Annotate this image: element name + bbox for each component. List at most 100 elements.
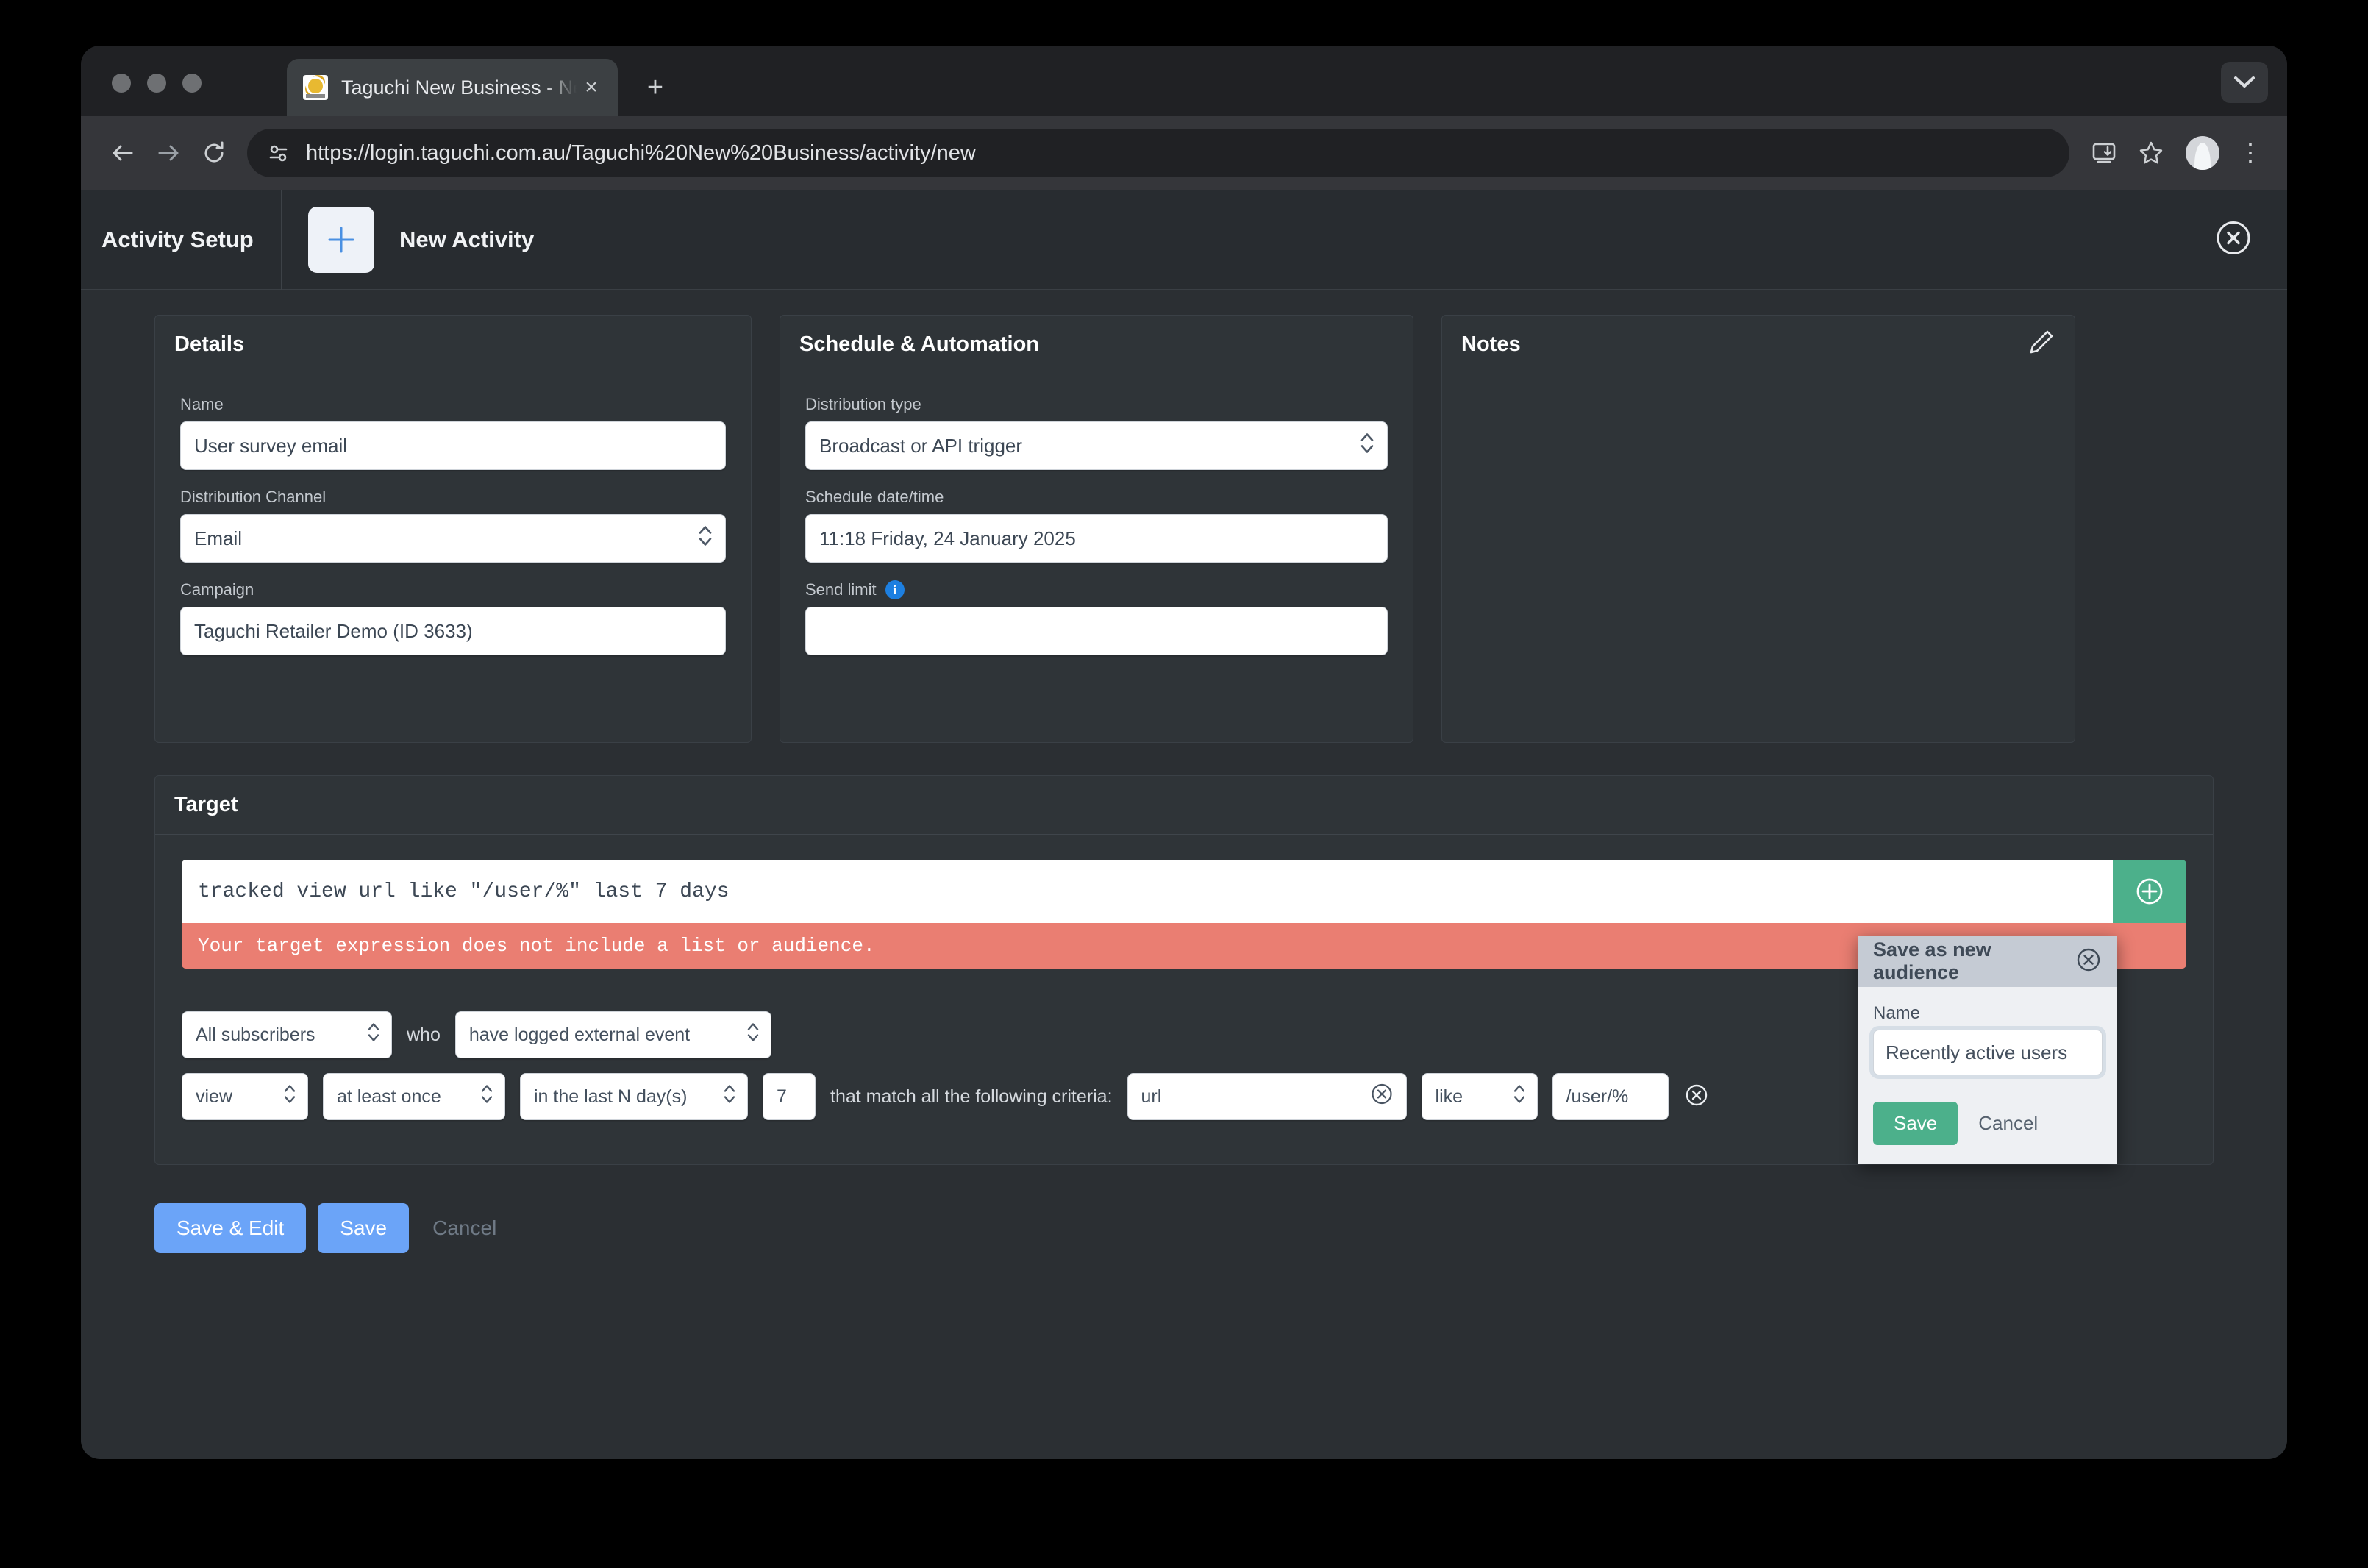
field-distribution-type: Distribution type Broadcast or API trigg… bbox=[805, 395, 1388, 470]
field-send-limit: Send limit i bbox=[805, 580, 1388, 655]
criteria-value-input[interactable]: /user/% bbox=[1552, 1073, 1669, 1120]
app-header: Activity Setup New Activity bbox=[81, 189, 2287, 290]
schedule-panel-header: Schedule & Automation bbox=[780, 316, 1413, 374]
remove-criteria-button[interactable] bbox=[1683, 1082, 1710, 1112]
back-button[interactable] bbox=[100, 130, 146, 176]
criteria-label: that match all the following criteria: bbox=[830, 1086, 1113, 1107]
chevron-updown-icon bbox=[1359, 431, 1375, 461]
popover-title: Save as new audience bbox=[1873, 938, 1991, 983]
field-name: Name User survey email bbox=[180, 395, 726, 470]
audience-name-input[interactable]: Recently active users bbox=[1873, 1030, 2103, 1075]
distribution-channel-select[interactable]: Email bbox=[180, 514, 726, 563]
browser-tab[interactable]: Taguchi New Business - New × bbox=[287, 59, 618, 116]
period-select[interactable]: in the last N day(s) bbox=[520, 1073, 748, 1120]
profile-avatar[interactable] bbox=[2186, 136, 2219, 170]
url-text: https://login.taguchi.com.au/Taguchi%20N… bbox=[306, 140, 976, 165]
send-limit-input[interactable] bbox=[805, 607, 1388, 655]
distribution-type-select[interactable]: Broadcast or API trigger bbox=[805, 421, 1388, 470]
form-actions: Save & Edit Save Cancel bbox=[81, 1203, 2287, 1253]
plus-icon bbox=[328, 227, 354, 252]
chevron-updown-icon bbox=[722, 1083, 737, 1111]
notes-title: Notes bbox=[1461, 332, 1521, 356]
criteria-operator-value: like bbox=[1435, 1086, 1463, 1107]
schedule-title: Schedule & Automation bbox=[799, 332, 1039, 356]
close-icon[interactable]: × bbox=[577, 73, 606, 102]
edit-notes-button[interactable] bbox=[2026, 328, 2055, 361]
new-tab-button[interactable]: + bbox=[638, 71, 672, 104]
page-title: Activity Setup bbox=[101, 226, 254, 252]
forward-button[interactable] bbox=[146, 130, 191, 176]
window-traffic-lights bbox=[112, 74, 202, 93]
remove-circle-icon bbox=[1686, 1084, 1707, 1105]
reload-button[interactable] bbox=[191, 130, 237, 176]
audience-name-label: Name bbox=[1873, 1003, 1921, 1023]
details-panel-body: Name User survey email Distribution Chan… bbox=[155, 374, 751, 683]
campaign-input[interactable]: Taguchi Retailer Demo (ID 3633) bbox=[180, 607, 726, 655]
field-distribution-channel-label: Distribution Channel bbox=[180, 488, 327, 506]
save-button[interactable]: Save bbox=[318, 1203, 410, 1253]
cancel-button[interactable]: Cancel bbox=[421, 1203, 508, 1253]
clear-circle-icon[interactable] bbox=[1369, 1082, 1394, 1112]
target-expression-row: tracked view url like "/user/%" last 7 d… bbox=[182, 860, 2186, 923]
schedule-datetime-input[interactable]: 11:18 Friday, 24 January 2025 bbox=[805, 514, 1388, 563]
add-target-button[interactable] bbox=[2113, 860, 2186, 923]
info-icon[interactable]: i bbox=[885, 580, 905, 599]
audience-value: All subscribers bbox=[196, 1024, 315, 1045]
close-circle-icon bbox=[2217, 221, 2250, 254]
new-activity-tile[interactable] bbox=[308, 206, 374, 273]
chevron-down-icon bbox=[2234, 76, 2255, 88]
close-window-button[interactable] bbox=[112, 74, 131, 93]
chevron-updown-icon bbox=[746, 1021, 760, 1050]
target-expression-input[interactable]: tracked view url like "/user/%" last 7 d… bbox=[182, 860, 2113, 923]
chevron-updown-icon bbox=[1512, 1083, 1527, 1111]
field-name-label: Name bbox=[180, 395, 224, 413]
tab-search-button[interactable] bbox=[2221, 62, 2268, 103]
save-and-edit-button[interactable]: Save & Edit bbox=[154, 1203, 307, 1253]
frequency-select[interactable]: at least once bbox=[323, 1073, 505, 1120]
audience-select[interactable]: All subscribers bbox=[182, 1011, 392, 1058]
close-activity-button[interactable] bbox=[2214, 218, 2253, 261]
bookmark-star-icon[interactable] bbox=[2130, 132, 2172, 174]
browser-window: Taguchi New Business - New × + https://l… bbox=[81, 46, 2287, 1459]
criteria-operator-select[interactable]: like bbox=[1421, 1073, 1538, 1120]
close-popover-button[interactable] bbox=[2075, 946, 2103, 977]
chevron-updown-icon bbox=[697, 524, 713, 554]
event-type-value: view bbox=[196, 1086, 233, 1107]
action-select[interactable]: have logged external event bbox=[454, 1011, 771, 1058]
popover-cancel-button[interactable]: Cancel bbox=[1965, 1102, 2051, 1145]
forward-arrow-icon bbox=[158, 145, 179, 161]
save-as-audience-popover: Save as new audience Name Recently activ… bbox=[1858, 936, 2117, 1164]
toolbar-actions: ⋮ bbox=[2083, 132, 2268, 174]
frequency-value: at least once bbox=[337, 1086, 441, 1107]
notes-panel-body[interactable] bbox=[1442, 374, 2075, 420]
maximize-window-button[interactable] bbox=[182, 74, 202, 93]
details-panel-header: Details bbox=[155, 316, 751, 374]
popover-actions: Save Cancel bbox=[1873, 1102, 2103, 1145]
popover-save-button[interactable]: Save bbox=[1873, 1102, 1958, 1145]
address-bar[interactable]: https://login.taguchi.com.au/Taguchi%20N… bbox=[247, 129, 2069, 177]
close-circle-icon bbox=[2077, 948, 2100, 971]
notes-panel-header: Notes bbox=[1442, 316, 2075, 374]
action-value: have logged external event bbox=[468, 1024, 691, 1045]
event-type-select[interactable]: view bbox=[182, 1073, 308, 1120]
criteria-field-input[interactable]: url bbox=[1127, 1073, 1407, 1120]
period-value-input[interactable]: 7 bbox=[763, 1073, 816, 1120]
minimize-window-button[interactable] bbox=[147, 74, 166, 93]
top-panels: Details Name User survey email Distribut… bbox=[81, 315, 2287, 743]
chevron-updown-icon bbox=[282, 1083, 297, 1111]
details-panel: Details Name User survey email Distribut… bbox=[154, 315, 752, 743]
back-arrow-icon bbox=[113, 145, 133, 161]
install-app-icon[interactable] bbox=[2083, 132, 2125, 174]
activity-name-label: New Activity bbox=[399, 226, 535, 252]
browser-menu-button[interactable]: ⋮ bbox=[2233, 140, 2268, 165]
site-settings-icon[interactable] bbox=[263, 138, 294, 168]
target-title: Target bbox=[174, 793, 238, 816]
plus-circle-icon bbox=[2136, 878, 2163, 905]
field-schedule-datetime-label: Schedule date/time bbox=[805, 488, 944, 506]
field-campaign-label: Campaign bbox=[180, 580, 254, 599]
popover-header: Save as new audience bbox=[1858, 936, 2117, 987]
notes-panel: Notes bbox=[1441, 315, 2075, 743]
field-campaign: Campaign Taguchi Retailer Demo (ID 3633) bbox=[180, 580, 726, 655]
field-send-limit-label: Send limit i bbox=[805, 580, 1388, 599]
name-input[interactable]: User survey email bbox=[180, 421, 726, 470]
